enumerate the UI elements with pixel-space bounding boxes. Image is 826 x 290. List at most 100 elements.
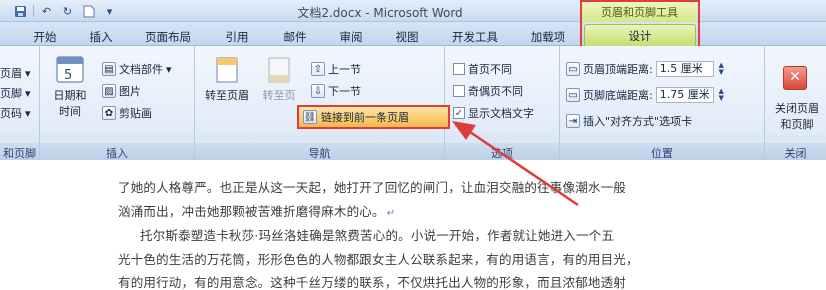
ribbon-panel: 页眉 ▾ 页脚 ▾ 页码 ▾ 和页脚 5 日期和 时间 ▤ 文档部件 ▾ ▨ 图片 ✿… [0, 46, 826, 160]
clipart-icon: ✿ [102, 106, 116, 120]
undo-icon[interactable]: ↶ [38, 3, 55, 19]
goto-header-label: 转至页眉 [205, 89, 249, 102]
footer-distance-label: 页脚底端距离: [583, 89, 653, 102]
group-insert: 5 日期和 时间 ▤ 文档部件 ▾ ▨ 图片 ✿ 剪贴画 插入 [40, 46, 195, 160]
group-position: ▭ 页眉顶端距离: 1.5 厘米 ▲ ▼ ▭ 页脚底端距离: 1.75 厘米 ▲ ▼… [560, 46, 765, 160]
header-distance-icon: ▭ [566, 62, 580, 76]
tab-view[interactable]: 视图 [392, 26, 422, 46]
picture-button[interactable]: ▨ 图片 [102, 82, 141, 100]
tab-start[interactable]: 开始 [30, 26, 60, 46]
chevron-down-icon: ▾ [25, 66, 31, 80]
date-time-button[interactable]: 5 日期和 时间 [50, 54, 90, 119]
group-label-header-footer: 和页脚 [0, 143, 39, 160]
doc-parts-icon: ▤ [102, 62, 116, 76]
next-section-icon: ⇩ [311, 84, 325, 98]
checkbox-unchecked [453, 85, 465, 97]
tab-page-layout[interactable]: 页面布局 [140, 26, 196, 46]
goto-footer-label: 转至页 [262, 89, 296, 102]
calendar-icon: 5 [56, 56, 84, 83]
footer-button[interactable]: 页脚 ▾ [0, 84, 31, 102]
show-doc-text-checkbox[interactable]: ✓ 显示文档文字 [453, 104, 534, 122]
first-page-different-checkbox[interactable]: 首页不同 [453, 60, 512, 78]
header-button[interactable]: 页眉 ▾ [0, 64, 31, 82]
checkbox-unchecked [453, 63, 465, 75]
svg-text:5: 5 [64, 68, 72, 83]
odd-even-checkbox[interactable]: 奇偶页不同 [453, 82, 523, 100]
document-line: 有的用行动，有的用意念。这种千丝万缕的联系，不仅烘托出人物的形象，而且浓郁地透射 [118, 275, 627, 290]
goto-footer-icon [268, 57, 290, 83]
footer-distance-row: ▭ 页脚底端距离: 1.75 厘米 ▲ ▼ [566, 86, 726, 104]
doc-parts-label: 文档部件 [119, 63, 163, 76]
previous-section-label: 上一节 [328, 63, 361, 76]
group-navigation: 转至页眉 转至页 ⇧ 上一节 ⇩ 下一节 导航 [195, 46, 445, 160]
close-header-footer-label-1: 关闭页眉 [775, 102, 819, 115]
next-section-label: 下一节 [328, 85, 361, 98]
redo-icon[interactable]: ↻ [59, 3, 76, 19]
group-close: 关闭页眉 和页脚 关闭 [765, 46, 826, 160]
contextual-tab-header: 页眉和页脚工具 [582, 0, 697, 22]
first-page-label: 首页不同 [468, 63, 512, 76]
qat-separator [33, 5, 34, 17]
doc-parts-button[interactable]: ▤ 文档部件 ▾ [102, 60, 172, 78]
checkmark-icon: ✓ [453, 107, 465, 119]
picture-label: 图片 [119, 85, 141, 98]
group-header-footer: 页眉 ▾ 页脚 ▾ 页码 ▾ 和页脚 [0, 46, 40, 160]
close-header-footer-label-2: 和页脚 [780, 118, 814, 131]
clipart-button[interactable]: ✿ 剪贴画 [102, 104, 152, 122]
group-label-insert: 插入 [40, 143, 194, 160]
group-options: 首页不同 奇偶页不同 ✓ 显示文档文字 选项 [445, 46, 560, 160]
footer-distance-input[interactable]: 1.75 厘米 [655, 87, 714, 103]
close-icon: ✕ [789, 69, 801, 85]
previous-section-button[interactable]: ⇧ 上一节 [311, 60, 361, 78]
group-label-position: 位置 [560, 143, 764, 160]
header-distance-label: 页眉顶端距离: [583, 63, 653, 76]
link-to-previous-label: 链接到前一条页眉 [321, 111, 409, 124]
ribbon-tab-row: 开始 插入 页面布局 引用 邮件 审阅 视图 开发工具 加载项 设计 [0, 22, 826, 46]
tab-mailings[interactable]: 邮件 [280, 26, 310, 46]
odd-even-label: 奇偶页不同 [468, 85, 523, 98]
spinner-arrows-icon[interactable]: ▲ ▼ [717, 62, 726, 76]
insert-alignment-tab-label: 插入"对齐方式"选项卡 [583, 115, 693, 128]
goto-header-icon [216, 57, 238, 83]
tab-review[interactable]: 审阅 [336, 26, 366, 46]
document-area[interactable]: 了她的人格尊严。也正是从这一天起，她打开了回忆的闸门，让血泪交融的往事像潮水一般… [0, 160, 826, 290]
picture-icon: ▨ [102, 84, 116, 98]
header-distance-input[interactable]: 1.5 厘米 [655, 61, 714, 77]
close-header-footer-label-block[interactable]: 关闭页眉 和页脚 [767, 100, 826, 132]
chevron-down-icon: ▾ [166, 62, 172, 76]
tab-references[interactable]: 引用 [222, 26, 252, 46]
group-label-options: 选项 [445, 143, 559, 160]
date-time-label-2: 时间 [59, 105, 81, 118]
chevron-down-icon: ▾ [25, 106, 31, 120]
tab-developer[interactable]: 开发工具 [446, 26, 504, 46]
date-time-label-1: 日期和 [53, 89, 87, 102]
footer-distance-icon: ▭ [566, 88, 580, 102]
close-header-footer-button[interactable]: ✕ [783, 66, 807, 90]
tab-addins[interactable]: 加载项 [526, 26, 570, 46]
alignment-tab-icon: ⇥ [566, 114, 580, 128]
goto-header-button[interactable]: 转至页眉 [199, 56, 255, 103]
link-icon: ⛓ [303, 110, 317, 124]
previous-section-icon: ⇧ [311, 62, 325, 76]
spinner-arrows-icon[interactable]: ▲ ▼ [717, 88, 726, 102]
save-icon[interactable] [12, 3, 29, 19]
link-to-previous-button[interactable]: ⛓ 链接到前一条页眉 [297, 105, 450, 129]
window-title: 文档2.docx - Microsoft Word [297, 6, 463, 20]
document-line: 光十色的生活的万花筒，形形色色的人物都跟女主人公联系起来，有的用语言，有的用目光… [118, 252, 639, 267]
goto-footer-button[interactable]: 转至页 [255, 56, 303, 103]
header-distance-row: ▭ 页眉顶端距离: 1.5 厘米 ▲ ▼ [566, 60, 726, 78]
new-doc-icon[interactable] [80, 3, 97, 19]
clipart-label: 剪贴画 [119, 107, 152, 120]
group-label-close: 关闭 [765, 143, 826, 160]
next-section-button[interactable]: ⇩ 下一节 [311, 82, 361, 100]
show-doc-text-label: 显示文档文字 [468, 107, 534, 120]
tab-insert[interactable]: 插入 [86, 26, 116, 46]
quick-access-toolbar: ↶ ↻ ▾ [12, 2, 118, 20]
insert-alignment-tab-button[interactable]: ⇥ 插入"对齐方式"选项卡 [566, 112, 692, 130]
document-line: 了她的人格尊严。也正是从这一天起，她打开了回忆的闸门，让血泪交融的往事像潮水一般 [118, 180, 627, 195]
dropdown-icon[interactable]: ▾ [101, 3, 118, 19]
group-label-navigation: 导航 [195, 143, 444, 160]
tab-design[interactable]: 设计 [584, 24, 696, 46]
page-number-button[interactable]: 页码 ▾ [0, 104, 31, 122]
document-line: 汹涌而出，冲击她那颗被苦难折磨得麻木的心。 ↵ [118, 204, 396, 219]
